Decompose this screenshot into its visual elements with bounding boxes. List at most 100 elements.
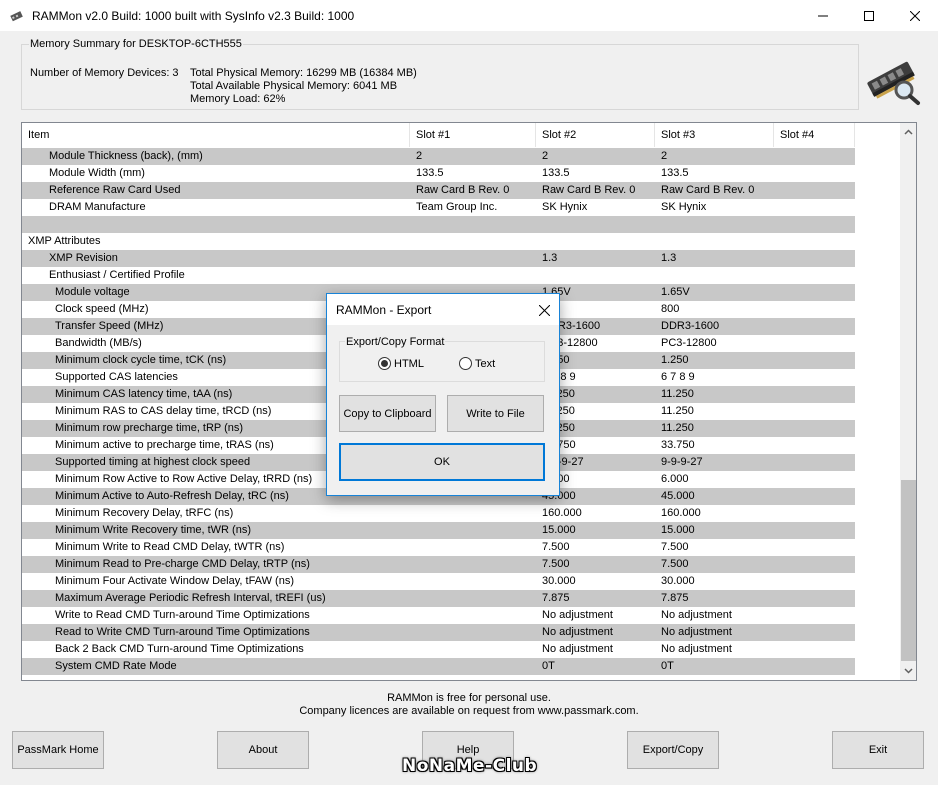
minimize-button[interactable] <box>800 0 846 31</box>
scroll-thumb[interactable] <box>901 480 916 661</box>
radio-html-circle[interactable] <box>378 357 391 370</box>
memory-load: Memory Load: 62% <box>190 93 286 105</box>
cell-slot-2: 7.500 <box>542 558 570 570</box>
passmark-home-button[interactable]: PassMark Home <box>12 731 104 769</box>
cell-slot-3: 133.5 <box>661 167 689 179</box>
write-to-file-button[interactable]: Write to File <box>447 395 544 432</box>
cell-slot-4 <box>774 607 855 624</box>
table-row[interactable]: Enthusiast / Certified Profile <box>22 267 855 284</box>
rammon-app-icon <box>10 10 23 21</box>
ok-button[interactable]: OK <box>339 443 545 481</box>
table-row[interactable]: Minimum Four Activate Window Delay, tFAW… <box>22 573 855 590</box>
column-header-slot-1[interactable]: Slot #1 <box>410 123 536 147</box>
cell-slot-1: Team Group Inc. <box>416 201 498 213</box>
table-row[interactable]: Module Width (mm) 133.5 133.5 133.5 <box>22 165 855 182</box>
cell-slot-3: 7.500 <box>661 558 689 570</box>
table-row[interactable]: Back 2 Back CMD Turn-around Time Optimiz… <box>22 641 855 658</box>
radio-text[interactable]: Text <box>459 357 495 370</box>
cell-slot-1: 133.5 <box>416 167 444 179</box>
table-row[interactable]: Minimum Write to Read CMD Delay, tWTR (n… <box>22 539 855 556</box>
table-row[interactable]: Minimum Read to Pre-charge CMD Delay, tR… <box>22 556 855 573</box>
cell-slot-4 <box>774 505 855 522</box>
maximize-button[interactable] <box>846 0 892 31</box>
cell-item: System CMD Rate Mode <box>55 660 177 672</box>
table-row[interactable]: XMP Attributes <box>22 233 855 250</box>
cell-slot-2: Raw Card B Rev. 0 <box>542 184 636 196</box>
table-row[interactable]: Maximum Average Periodic Refresh Interva… <box>22 590 855 607</box>
cell-slot-4 <box>774 556 855 573</box>
radio-text-circle[interactable] <box>459 357 472 370</box>
close-icon <box>538 304 550 316</box>
chevron-down-icon <box>904 668 913 674</box>
column-header-slot-2[interactable]: Slot #2 <box>536 123 655 147</box>
cell-item: XMP Revision <box>49 252 118 264</box>
cell-slot-3: 7.875 <box>661 592 689 604</box>
table-row[interactable]: Minimum Recovery Delay, tRFC (ns) 160.000… <box>22 505 855 522</box>
scroll-down-button[interactable] <box>900 664 916 678</box>
cell-slot-3: 160.000 <box>661 507 701 519</box>
cell-item: Minimum Four Activate Window Delay, tFAW… <box>55 575 294 587</box>
cell-slot-4 <box>774 335 855 352</box>
cell-slot-3: No adjustment <box>661 643 732 655</box>
cell-item: Module Width (mm) <box>49 167 145 179</box>
cell-slot-4 <box>774 437 855 454</box>
cell-slot-4 <box>774 641 855 658</box>
cell-item: DRAM Manufacture <box>49 201 146 213</box>
scroll-up-button[interactable] <box>900 125 916 139</box>
cell-slot-1 <box>410 658 536 675</box>
cell-slot-1 <box>410 505 536 522</box>
table-row[interactable]: XMP Revision 1.3 1.3 <box>22 250 855 267</box>
cell-slot-2: 2 <box>542 150 549 162</box>
cell-slot-4 <box>774 488 855 505</box>
cell-slot-3: No adjustment <box>661 609 732 621</box>
column-header-slot-3[interactable]: Slot #3 <box>655 123 774 147</box>
table-row[interactable]: Write to Read CMD Turn-around Time Optim… <box>22 607 855 624</box>
memory-summary-title: Memory Summary for DESKTOP-6CTH555 <box>29 38 243 50</box>
dialog-close-button[interactable] <box>537 303 551 317</box>
table-row[interactable]: Reference Raw Card Used Raw Card B Rev. 0… <box>22 182 855 199</box>
cell-slot-1 <box>410 539 536 556</box>
cell-slot-3: SK Hynix <box>661 201 707 213</box>
cell-slot-1 <box>410 641 536 658</box>
radio-html[interactable]: HTML <box>378 357 424 370</box>
dialog-title: RAMMon - Export <box>336 303 432 317</box>
table-row[interactable] <box>22 216 855 233</box>
cell-slot-3: Raw Card B Rev. 0 <box>661 184 755 196</box>
column-header-item[interactable]: Item <box>22 123 410 147</box>
radio-html-label: HTML <box>394 357 424 370</box>
cell-slot-2 <box>536 233 655 250</box>
vertical-scrollbar[interactable] <box>900 123 916 680</box>
table-row[interactable]: DRAM Manufacture Team Group Inc. SK Hynix S… <box>22 199 855 216</box>
table-row[interactable]: Module Thickness (back), (mm) 2 2 2 <box>22 148 855 165</box>
column-header-slot-4[interactable]: Slot #4 <box>774 123 855 147</box>
minimize-icon <box>818 15 828 16</box>
cell-slot-1 <box>410 624 536 641</box>
cell-slot-2: 133.5 <box>542 167 570 179</box>
cell-slot-4 <box>774 420 855 437</box>
cell-slot-3: 15.000 <box>661 524 695 536</box>
memory-summary-group: Memory Summary for DESKTOP-6CTH555 Numbe… <box>21 38 859 110</box>
cell-slot-3: 1.3 <box>661 252 677 264</box>
total-physical-memory: Total Physical Memory: 16299 MB (16384 M… <box>190 67 417 79</box>
cell-slot-3: 45.000 <box>661 490 695 502</box>
cell-slot-2: SK Hynix <box>542 201 588 213</box>
cell-slot-4 <box>774 267 855 284</box>
close-icon <box>910 10 920 21</box>
table-row[interactable]: Minimum Write Recovery time, tWR (ns) 15.… <box>22 522 855 539</box>
exit-button[interactable]: Exit <box>832 731 924 769</box>
cell-slot-1 <box>410 607 536 624</box>
cell-slot-1 <box>410 590 536 607</box>
cell-slot-4 <box>774 352 855 369</box>
cell-slot-1 <box>410 216 536 233</box>
radio-selected-dot <box>381 360 388 367</box>
cell-slot-4 <box>774 386 855 403</box>
cell-slot-4 <box>774 216 855 233</box>
table-row[interactable]: Read to Write CMD Turn-around Time Optim… <box>22 624 855 641</box>
cell-item: XMP Attributes <box>28 235 101 247</box>
export-copy-button[interactable]: Export/Copy <box>627 731 719 769</box>
copy-to-clipboard-button[interactable]: Copy to Clipboard <box>339 395 436 432</box>
table-row[interactable]: System CMD Rate Mode 0T 0T <box>22 658 855 675</box>
close-button[interactable] <box>892 0 938 31</box>
cell-slot-4 <box>774 301 855 318</box>
about-button[interactable]: About <box>217 731 309 769</box>
